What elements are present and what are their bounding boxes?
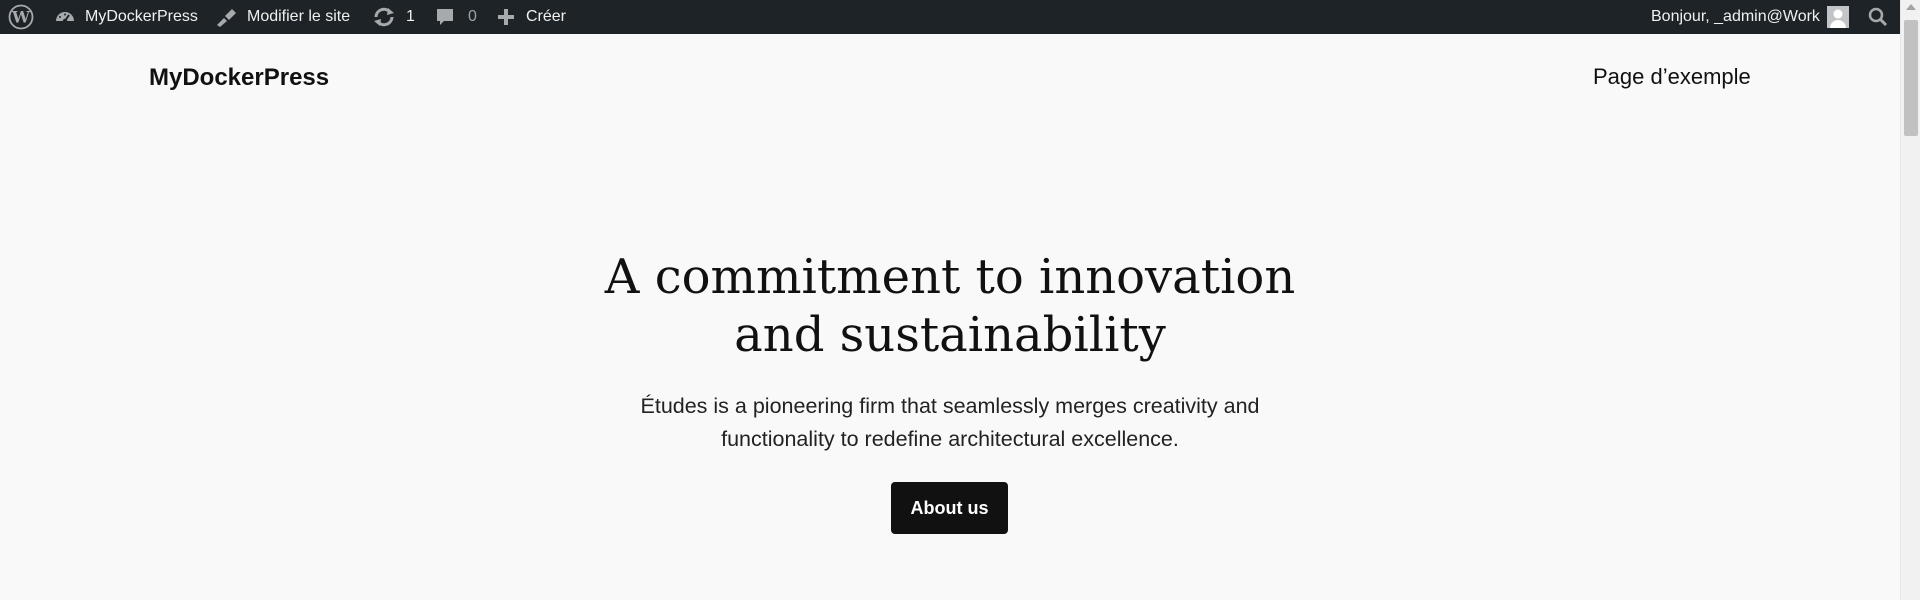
my-account-menu[interactable]: Bonjour, _admin@Work: [1651, 0, 1849, 34]
plus-icon: [496, 7, 516, 27]
account-greeting: Bonjour, _admin@Work: [1651, 8, 1820, 25]
site-title[interactable]: MyDockerPress: [149, 64, 329, 92]
hero-description: Études is a pioneering firm that seamles…: [560, 390, 1340, 456]
admin-bar: W MyDockerPress Modifier le site 1 0 Cré…: [0, 0, 1920, 34]
hero-heading-line-2: and sustainability: [734, 307, 1166, 363]
comments-menu[interactable]: 0: [434, 0, 477, 34]
search-icon: [1867, 6, 1889, 28]
scroll-up-arrow-icon[interactable]: [1906, 4, 1916, 10]
hero-heading: A commitment to innovation and sustainab…: [560, 248, 1340, 364]
hero-description-line-2: functionality to redefine architectural …: [721, 427, 1179, 451]
wp-logo-menu[interactable]: W: [8, 0, 34, 34]
updates-menu[interactable]: 1: [372, 0, 415, 34]
new-content-menu[interactable]: Créer: [496, 0, 566, 34]
vertical-scrollbar[interactable]: [1900, 0, 1920, 600]
dashboard-icon: [54, 6, 76, 28]
hero-description-line-1: Études is a pioneering firm that seamles…: [640, 394, 1260, 418]
update-icon: [372, 6, 396, 28]
comment-icon: [434, 6, 456, 28]
site-name-menu[interactable]: MyDockerPress: [54, 0, 198, 34]
svg-text:W: W: [11, 8, 31, 27]
site-name-label: MyDockerPress: [85, 8, 198, 25]
wordpress-logo-icon: W: [8, 4, 34, 30]
hero-heading-line-1: A commitment to innovation: [604, 249, 1296, 305]
updates-count: 1: [406, 8, 415, 25]
edit-site-label: Modifier le site: [247, 8, 351, 25]
nav-link-sample-page[interactable]: Page d’exemple: [1593, 64, 1751, 90]
brush-icon: [214, 6, 238, 28]
scrollbar-thumb[interactable]: [1904, 20, 1918, 136]
avatar-icon: [1826, 6, 1849, 28]
new-content-label: Créer: [526, 8, 567, 25]
about-us-button[interactable]: About us: [891, 482, 1008, 534]
admin-search[interactable]: [1867, 0, 1889, 34]
edit-site-menu[interactable]: Modifier le site: [214, 0, 350, 34]
comments-count: 0: [468, 8, 477, 25]
